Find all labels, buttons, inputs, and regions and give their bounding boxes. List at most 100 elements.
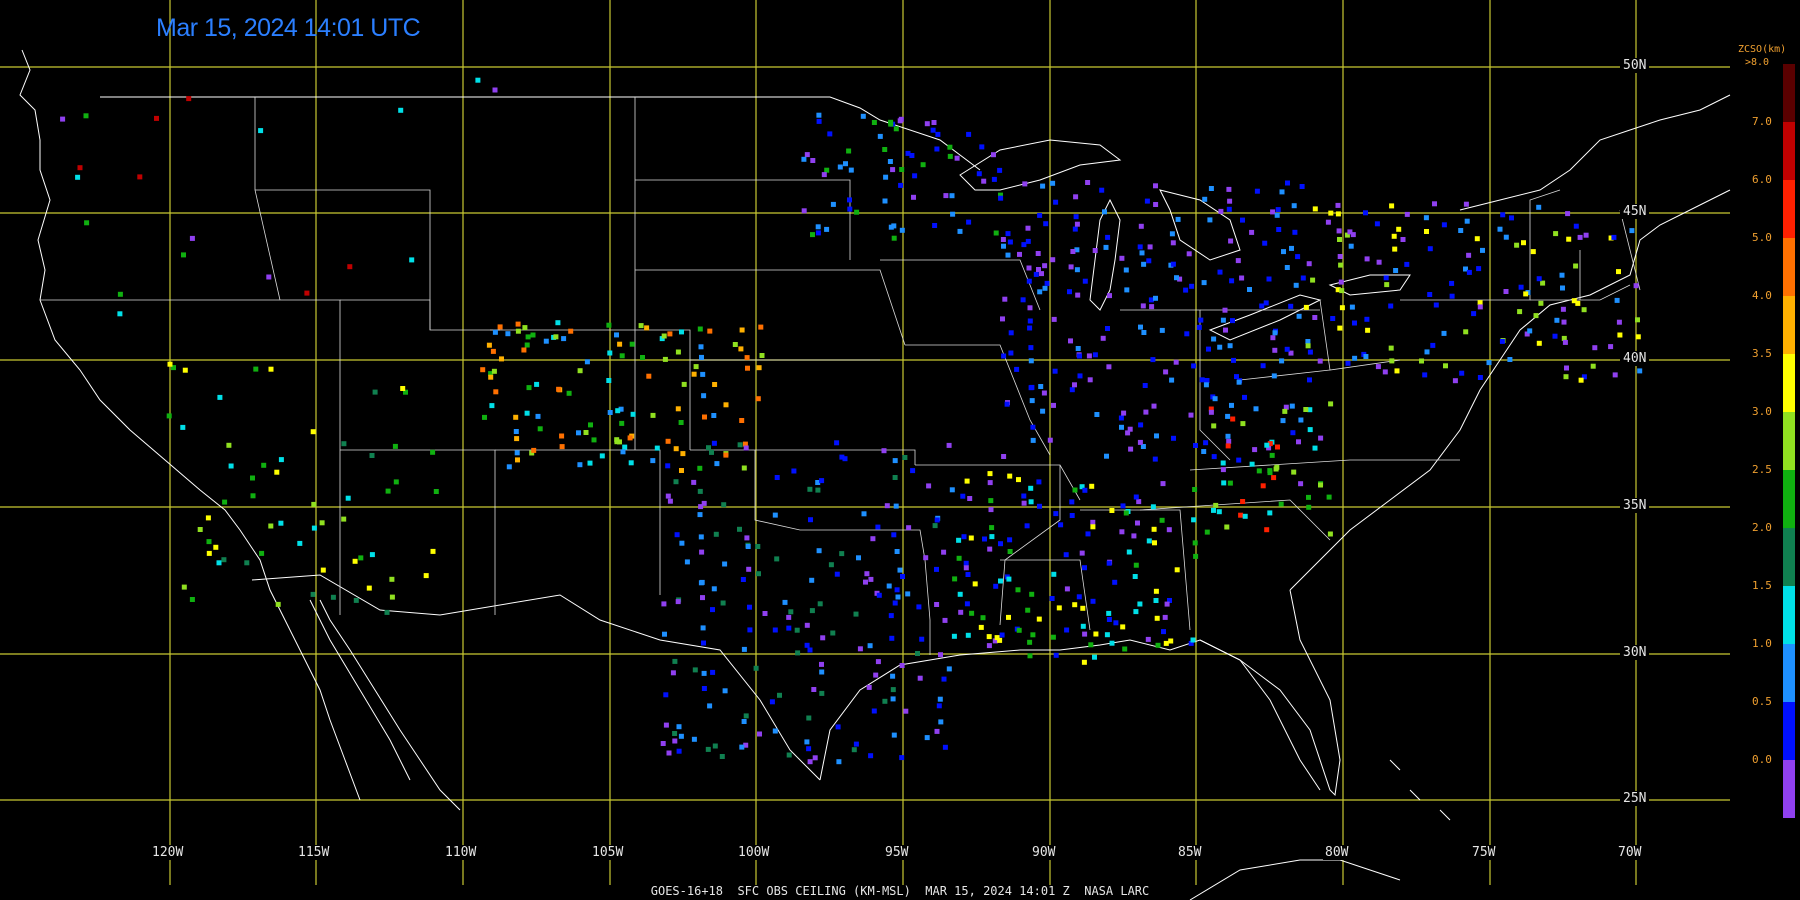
station-marker xyxy=(1068,264,1074,270)
station-marker xyxy=(1016,477,1021,483)
station-marker xyxy=(1126,549,1132,555)
station-marker xyxy=(808,517,813,523)
station-marker xyxy=(774,556,780,562)
station-marker xyxy=(1253,406,1259,412)
station-marker xyxy=(1136,499,1142,505)
station-marker xyxy=(891,235,897,241)
station-marker xyxy=(1120,503,1126,509)
station-marker xyxy=(1068,338,1073,344)
station-marker xyxy=(882,198,888,204)
station-marker xyxy=(392,443,398,449)
station-marker xyxy=(1427,246,1433,252)
station-marker xyxy=(1523,291,1529,297)
station-marker xyxy=(1056,605,1062,611)
station-marker xyxy=(1072,382,1077,388)
station-marker xyxy=(932,223,938,228)
station-marker xyxy=(782,599,788,605)
station-marker xyxy=(491,368,497,374)
station-marker xyxy=(758,324,764,330)
station-marker xyxy=(1004,401,1010,407)
station-marker xyxy=(1256,468,1262,474)
station-marker xyxy=(1581,307,1587,313)
legend-tick-label: 0.0 xyxy=(1752,753,1772,766)
station-marker xyxy=(1063,552,1069,558)
lon-label: 115W xyxy=(296,845,332,860)
station-marker xyxy=(137,174,143,180)
station-marker xyxy=(1103,244,1109,250)
station-marker xyxy=(863,579,868,585)
station-marker xyxy=(622,444,628,450)
station-marker xyxy=(515,321,521,327)
station-marker xyxy=(991,152,996,158)
station-marker xyxy=(1006,614,1011,620)
station-marker xyxy=(700,595,705,601)
station-marker xyxy=(1026,278,1032,284)
station-marker xyxy=(951,633,957,639)
state-borders xyxy=(40,97,1641,655)
station-marker xyxy=(911,194,916,200)
station-marker xyxy=(804,622,810,628)
station-marker xyxy=(1242,513,1248,519)
station-marker xyxy=(1007,239,1013,245)
station-marker xyxy=(311,501,317,507)
station-marker xyxy=(804,642,810,648)
station-marker xyxy=(278,457,284,463)
station-marker xyxy=(197,527,203,532)
station-marker xyxy=(1025,607,1031,613)
station-marker xyxy=(888,224,894,230)
station-marker xyxy=(259,550,265,556)
legend-tick-label: 1.0 xyxy=(1752,637,1772,650)
station-marker xyxy=(1147,244,1153,250)
station-marker xyxy=(341,441,347,447)
station-marker xyxy=(998,195,1004,201)
station-marker xyxy=(577,462,583,468)
station-marker xyxy=(1305,343,1311,349)
station-marker xyxy=(894,587,900,593)
station-marker xyxy=(806,715,812,721)
station-marker xyxy=(1275,207,1281,213)
station-marker xyxy=(1105,234,1111,240)
station-marker xyxy=(905,591,911,597)
station-marker xyxy=(1227,198,1233,204)
station-marker xyxy=(1364,256,1370,262)
station-marker xyxy=(1267,510,1273,516)
station-marker xyxy=(1611,234,1617,240)
station-marker xyxy=(1080,605,1086,611)
station-marker xyxy=(577,368,583,374)
station-marker xyxy=(1208,409,1214,415)
station-marker xyxy=(884,503,890,509)
station-marker xyxy=(482,414,487,420)
legend-swatch xyxy=(1783,644,1795,702)
station-marker xyxy=(181,584,187,590)
station-marker xyxy=(1458,228,1464,233)
station-marker xyxy=(1349,304,1355,310)
station-marker xyxy=(1188,412,1194,418)
station-marker xyxy=(1146,258,1152,264)
station-marker xyxy=(747,627,753,633)
station-marker xyxy=(890,673,896,679)
station-marker xyxy=(490,348,496,354)
station-marker xyxy=(1151,526,1157,532)
station-marker xyxy=(1218,208,1224,214)
station-marker xyxy=(857,646,863,652)
station-marker xyxy=(1608,344,1614,350)
station-marker xyxy=(743,445,749,451)
station-marker xyxy=(1303,407,1309,412)
station-marker xyxy=(681,381,687,387)
station-marker xyxy=(1202,196,1208,202)
station-marker xyxy=(1137,439,1143,445)
station-marker xyxy=(739,744,745,750)
station-marker xyxy=(756,365,762,371)
station-marker xyxy=(979,144,985,150)
station-marker xyxy=(1463,201,1469,207)
station-marker xyxy=(931,120,937,125)
station-marker xyxy=(1229,402,1234,408)
station-marker xyxy=(1190,637,1196,643)
station-marker xyxy=(661,601,667,607)
station-marker xyxy=(720,600,726,606)
legend-tick-label: 3.5 xyxy=(1752,347,1772,360)
lat-label: 35N xyxy=(1620,498,1650,513)
station-marker xyxy=(897,567,903,573)
station-marker xyxy=(938,652,943,658)
station-marker xyxy=(1027,325,1033,331)
